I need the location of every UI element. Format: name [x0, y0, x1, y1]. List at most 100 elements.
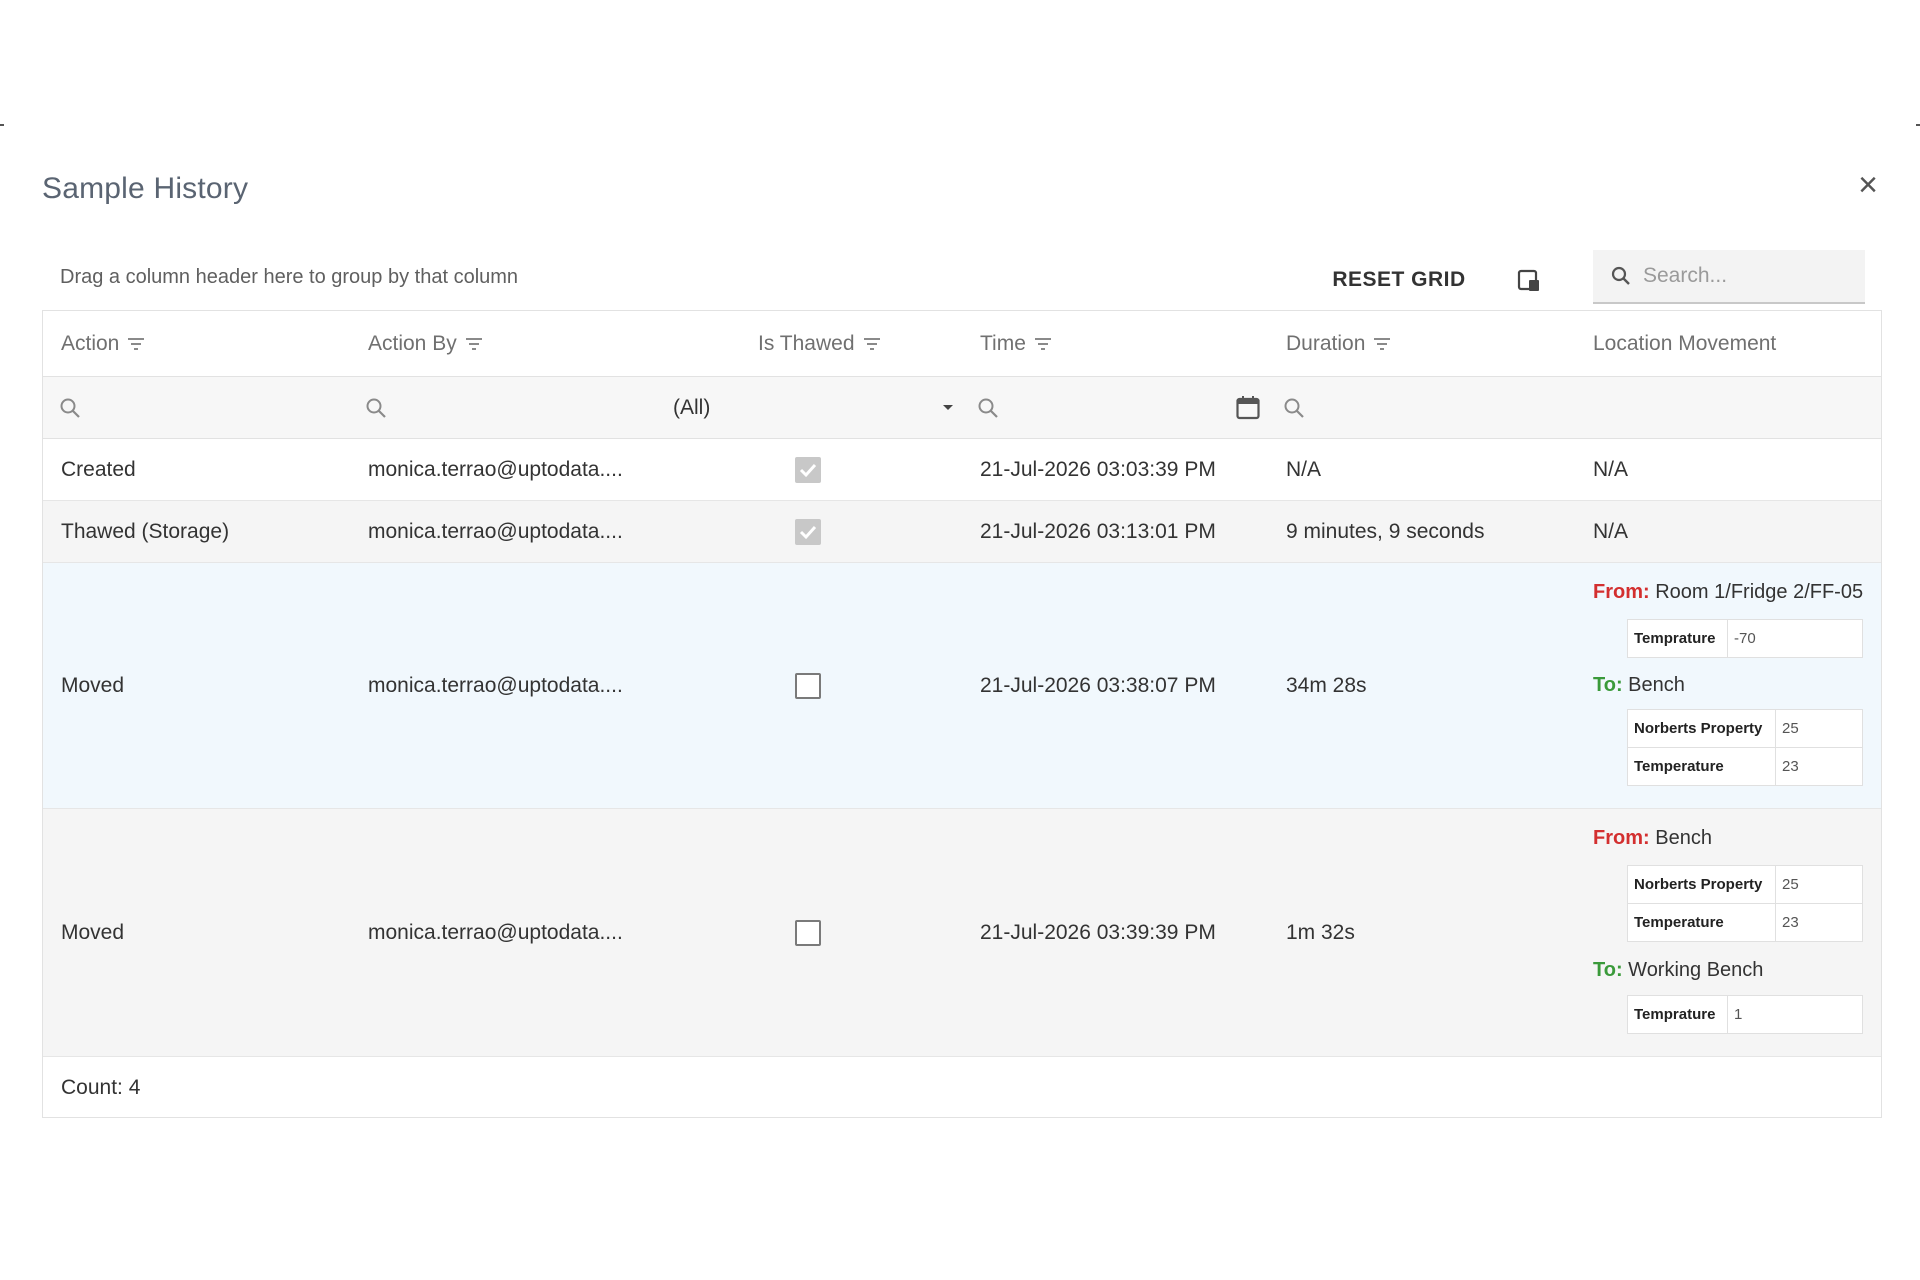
to-line: To: Bench: [1593, 674, 1685, 697]
property-value: 25: [1775, 709, 1863, 748]
property-value: 23: [1775, 903, 1863, 942]
duration-cell: 1m 32s: [1286, 920, 1355, 944]
search-icon: [978, 398, 998, 418]
location-movement-cell: From: Room 1/Fridge 2/FF-05 Temprature -…: [1593, 563, 1883, 809]
action-cell: Created: [61, 457, 136, 481]
group-panel-hint[interactable]: Drag a column header here to group by th…: [60, 266, 518, 289]
to-properties-table: Temprature 1: [1627, 995, 1863, 1034]
property-key: Norberts Property: [1627, 865, 1776, 904]
action-cell: Moved: [61, 673, 125, 697]
column-header-time[interactable]: Time: [980, 311, 1052, 377]
is-thawed-cell: [795, 563, 821, 808]
location-movement-cell: N/A: [1593, 457, 1629, 481]
is-thawed-checkbox: [795, 518, 821, 545]
is-thawed-filter-select[interactable]: (All): [673, 377, 958, 439]
is-thawed-cell: [795, 501, 821, 562]
column-header-duration[interactable]: Duration: [1286, 311, 1391, 377]
column-header-is-thawed[interactable]: Is Thawed: [758, 311, 881, 377]
from-label: From:: [1593, 827, 1650, 849]
calendar-icon: [1236, 396, 1260, 420]
search-icon: [1611, 266, 1630, 285]
duration-filter-input[interactable]: [1283, 377, 1305, 439]
property-value: 25: [1775, 865, 1863, 904]
filter-icon[interactable]: [863, 337, 881, 351]
column-header-label: Is Thawed: [758, 332, 855, 355]
search-icon: [1284, 398, 1304, 418]
property-row: Temperature 23: [1627, 903, 1863, 942]
column-header-location-movement[interactable]: Location Movement: [1593, 311, 1776, 377]
action-by-filter-input[interactable]: [365, 377, 387, 439]
action-by-cell: monica.terrao@uptodata....: [368, 457, 623, 481]
dialog-corner-mark: [0, 124, 4, 126]
calendar-button[interactable]: [1235, 377, 1261, 439]
sample-history-dialog: Sample History × Drag a column header he…: [0, 124, 1920, 1164]
to-label: To:: [1593, 959, 1623, 981]
location-movement-cell: From: Bench Norberts Property 25 Tempera…: [1593, 809, 1883, 1057]
property-row: Temperature 23: [1627, 747, 1863, 786]
filter-icon[interactable]: [127, 337, 145, 351]
filter-icon[interactable]: [1373, 337, 1391, 351]
filter-row: (All): [43, 377, 1881, 439]
column-header-action[interactable]: Action: [61, 311, 145, 377]
from-label: From:: [1593, 581, 1650, 603]
is-thawed-checkbox: [795, 456, 821, 483]
time-cell: 21-Jul-2026 03:38:07 PM: [980, 673, 1216, 697]
time-cell: 21-Jul-2026 03:39:39 PM: [980, 920, 1216, 944]
action-cell: Thawed (Storage): [61, 519, 230, 543]
property-key: Temperature: [1627, 747, 1776, 786]
action-by-cell: monica.terrao@uptodata....: [368, 673, 623, 697]
table-row[interactable]: Thawed (Storage) monica.terrao@uptodata.…: [43, 501, 1881, 563]
dropdown-arrow-icon: [943, 405, 953, 410]
column-header-label: Time: [980, 332, 1026, 355]
from-line: From: Bench: [1593, 827, 1712, 850]
to-properties-table: Norberts Property 25 Temperature 23: [1627, 709, 1863, 786]
from-location: Bench: [1655, 827, 1712, 849]
property-value: 1: [1727, 995, 1863, 1034]
property-row: Norberts Property 25: [1627, 865, 1863, 904]
check-icon: [799, 463, 817, 477]
property-key: Temprature: [1627, 995, 1728, 1034]
property-value: -70: [1727, 619, 1863, 658]
property-value: 23: [1775, 747, 1863, 786]
from-properties-table: Temprature -70: [1627, 619, 1863, 658]
table-row[interactable]: Created monica.terrao@uptodata.... 21-Ju…: [43, 439, 1881, 501]
to-location: Working Bench: [1628, 959, 1764, 981]
property-key: Norberts Property: [1627, 709, 1776, 748]
table-row[interactable]: Moved monica.terrao@uptodata.... 21-Jul-…: [43, 809, 1881, 1057]
column-chooser-button[interactable]: [1512, 264, 1546, 298]
grid-footer: Count: 4: [43, 1057, 1881, 1119]
time-cell: 21-Jul-2026 03:13:01 PM: [980, 519, 1216, 543]
is-thawed-cell: [795, 439, 821, 500]
column-header-label: Duration: [1286, 332, 1366, 355]
column-header-action-by[interactable]: Action By: [368, 311, 483, 377]
search-icon: [60, 398, 80, 418]
check-icon: [799, 525, 817, 539]
from-location: Room 1/Fridge 2/FF-05: [1655, 581, 1864, 603]
table-row[interactable]: Moved monica.terrao@uptodata.... 21-Jul-…: [43, 563, 1881, 809]
time-filter-input[interactable]: [977, 377, 999, 439]
from-properties-table: Norberts Property 25 Temperature 23: [1627, 865, 1863, 942]
is-thawed-checkbox: [795, 672, 821, 699]
column-chooser-icon: [1517, 269, 1539, 291]
duration-cell: 34m 28s: [1286, 673, 1367, 697]
search-icon: [366, 398, 386, 418]
action-filter-input[interactable]: [59, 377, 81, 439]
to-location: Bench: [1628, 674, 1685, 696]
property-key: Temprature: [1627, 619, 1728, 658]
is-thawed-cell: [795, 809, 821, 1056]
is-thawed-filter-value: (All): [673, 396, 711, 419]
action-by-cell: monica.terrao@uptodata....: [368, 519, 623, 543]
filter-icon[interactable]: [465, 337, 483, 351]
grid-toolbar: Drag a column header here to group by th…: [42, 250, 1882, 310]
search-input[interactable]: [1643, 264, 1843, 288]
time-cell: 21-Jul-2026 03:03:39 PM: [980, 457, 1216, 481]
row-count: Count: 4: [61, 1076, 141, 1099]
action-cell: Moved: [61, 920, 125, 944]
duration-cell: 9 minutes, 9 seconds: [1286, 519, 1485, 543]
history-grid: Action Action By Is Thawed Time Duration…: [42, 310, 1882, 1118]
reset-grid-button[interactable]: RESET GRID: [1324, 254, 1474, 306]
close-icon: ×: [1858, 166, 1878, 204]
from-line: From: Room 1/Fridge 2/FF-05: [1593, 581, 1863, 604]
filter-icon[interactable]: [1034, 337, 1052, 351]
close-button[interactable]: ×: [1853, 168, 1883, 202]
